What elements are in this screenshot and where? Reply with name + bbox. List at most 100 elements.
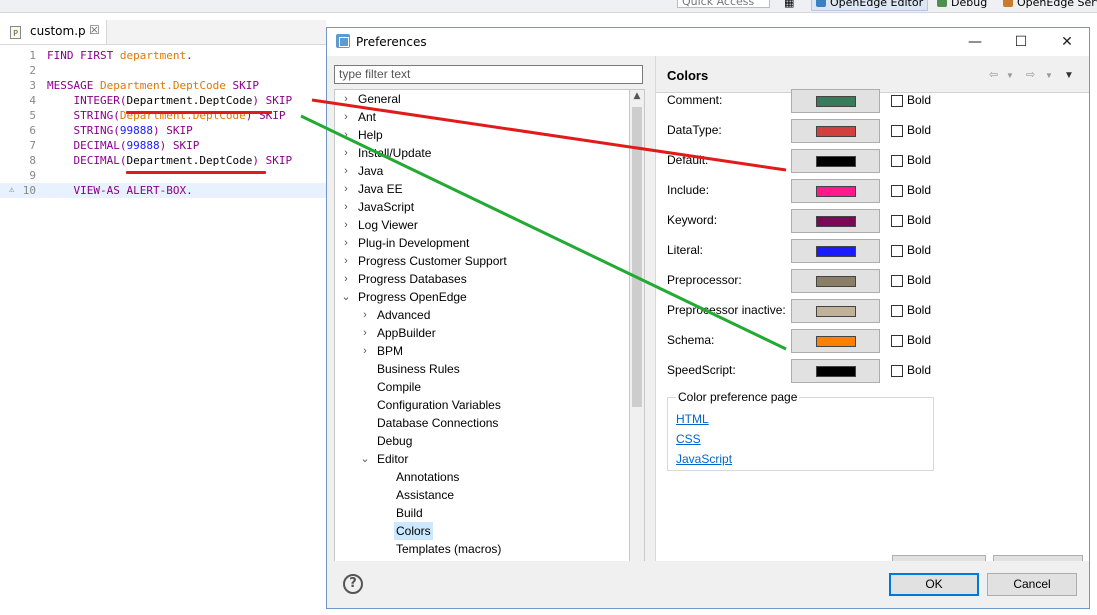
bold-checkbox[interactable]: [891, 335, 903, 347]
tree-item[interactable]: › Progress Databases: [335, 270, 630, 288]
back-dropdown-icon[interactable]: ▼: [1006, 71, 1014, 80]
bold-checkbox[interactable]: [891, 305, 903, 317]
bold-label: Bold: [907, 303, 932, 317]
help-icon[interactable]: ?: [343, 574, 363, 594]
link-css[interactable]: CSS: [676, 432, 701, 446]
tree-item[interactable]: Debug: [335, 432, 630, 450]
color-picker-button[interactable]: [791, 359, 880, 383]
color-picker-button[interactable]: [791, 149, 880, 173]
tree-item[interactable]: ⌄ Progress OpenEdge: [335, 288, 630, 306]
perspective-openedge-server[interactable]: OpenEdge Serv: [1003, 0, 1097, 10]
tree-item[interactable]: › Help: [335, 126, 630, 144]
chevron-down-icon[interactable]: ⌄: [340, 288, 352, 306]
filter-input[interactable]: type filter text: [334, 65, 643, 84]
code-line[interactable]: 8 DECIMAL(Department.DeptCode) SKIP: [0, 153, 326, 168]
tree-item[interactable]: Database Connections: [335, 414, 630, 432]
code-line[interactable]: 4 INTEGER(Department.DeptCode) SKIP: [0, 93, 326, 108]
chevron-right-icon[interactable]: ›: [340, 252, 352, 270]
tree-item[interactable]: › Progress Customer Support: [335, 252, 630, 270]
bold-checkbox[interactable]: [891, 125, 903, 137]
perspective-openedge-editor[interactable]: OpenEdge Editor: [811, 0, 929, 11]
tree-item[interactable]: › Plug-in Development: [335, 234, 630, 252]
link-javascript[interactable]: JavaScript: [676, 452, 732, 466]
tree-item[interactable]: Annotations: [335, 468, 630, 486]
chevron-right-icon[interactable]: ›: [340, 108, 352, 126]
quick-access-field[interactable]: Quick Access: [677, 0, 770, 8]
forward-arrow-icon[interactable]: ⇨: [1026, 68, 1035, 81]
bold-label: Bold: [907, 153, 932, 167]
chevron-down-icon[interactable]: ⌄: [359, 450, 371, 468]
chevron-right-icon[interactable]: ›: [340, 162, 352, 180]
tree-item[interactable]: Assistance: [335, 486, 630, 504]
tree-item[interactable]: Templates (macros): [335, 540, 630, 558]
tree-item[interactable]: Build: [335, 504, 630, 522]
color-picker-button[interactable]: [791, 119, 880, 143]
link-html[interactable]: HTML: [676, 412, 709, 426]
chevron-right-icon[interactable]: ›: [359, 342, 371, 360]
bold-checkbox[interactable]: [891, 245, 903, 257]
color-picker-button[interactable]: [791, 299, 880, 323]
code-editor[interactable]: 1 FIND FIRST department. 2 3 MESSAGE Departm…: [0, 46, 326, 615]
tree-item[interactable]: Colors: [335, 522, 630, 540]
bold-checkbox[interactable]: [891, 95, 903, 107]
chevron-right-icon[interactable]: ›: [340, 270, 352, 288]
chevron-right-icon[interactable]: ›: [340, 198, 352, 216]
maximize-button[interactable]: ☐: [998, 28, 1044, 56]
code-line[interactable]: ⚠ 10 VIEW-AS ALERT-BOX.: [0, 183, 326, 198]
line-number: 4: [29, 94, 36, 107]
bold-checkbox[interactable]: [891, 155, 903, 167]
chevron-right-icon[interactable]: ›: [359, 324, 371, 342]
tree-item[interactable]: › AppBuilder: [335, 324, 630, 342]
color-picker-button[interactable]: [791, 329, 880, 353]
chevron-right-icon[interactable]: ›: [340, 216, 352, 234]
chevron-right-icon[interactable]: ›: [340, 90, 352, 108]
tree-item[interactable]: Compile: [335, 378, 630, 396]
tree-item[interactable]: › Java: [335, 162, 630, 180]
scrollbar-thumb[interactable]: [632, 107, 642, 407]
code-line[interactable]: 3 MESSAGE Department.DeptCode SKIP: [0, 78, 326, 93]
view-menu-icon[interactable]: ▼: [1064, 70, 1074, 81]
chevron-right-icon[interactable]: ›: [359, 306, 371, 324]
tree-item[interactable]: Configuration Variables: [335, 396, 630, 414]
chevron-right-icon[interactable]: ›: [340, 144, 352, 162]
tree-item[interactable]: › Advanced: [335, 306, 630, 324]
bold-checkbox[interactable]: [891, 365, 903, 377]
tree-item[interactable]: › General: [335, 90, 630, 108]
editor-tab-custom-p[interactable]: P custom.p ☒: [0, 20, 107, 44]
bold-checkbox[interactable]: [891, 215, 903, 227]
tree-item[interactable]: › BPM: [335, 342, 630, 360]
tree-item[interactable]: Business Rules: [335, 360, 630, 378]
bold-checkbox[interactable]: [891, 275, 903, 287]
code-line[interactable]: 1 FIND FIRST department.: [0, 48, 326, 63]
tree-item[interactable]: ⌄ Editor: [335, 450, 630, 468]
color-picker-button[interactable]: [791, 89, 880, 113]
code-line[interactable]: 7 DECIMAL(99888) SKIP: [0, 138, 326, 153]
cancel-button[interactable]: Cancel: [987, 573, 1077, 596]
chevron-right-icon[interactable]: ›: [340, 180, 352, 198]
openedge-icon: [816, 0, 826, 7]
chevron-right-icon[interactable]: ›: [340, 126, 352, 144]
code-line[interactable]: 6 STRING(99888) SKIP: [0, 123, 326, 138]
color-picker-button[interactable]: [791, 179, 880, 203]
tree-item[interactable]: › Install/Update: [335, 144, 630, 162]
tree-item[interactable]: › Ant: [335, 108, 630, 126]
ok-button[interactable]: OK: [889, 573, 979, 596]
color-picker-button[interactable]: [791, 239, 880, 263]
tree-item[interactable]: › JavaScript: [335, 198, 630, 216]
tree-item[interactable]: › Log Viewer: [335, 216, 630, 234]
close-icon[interactable]: ☒: [89, 23, 100, 37]
chevron-right-icon[interactable]: ›: [340, 234, 352, 252]
minimize-button[interactable]: —: [952, 28, 998, 56]
open-perspective-icon[interactable]: ▦: [784, 0, 794, 10]
code-line[interactable]: 2: [0, 63, 326, 78]
tree-scrollbar[interactable]: ▲ ▼: [629, 89, 645, 584]
perspective-debug[interactable]: Debug: [937, 0, 987, 10]
color-picker-button[interactable]: [791, 209, 880, 233]
scroll-up-icon[interactable]: ▲: [630, 91, 644, 101]
color-picker-button[interactable]: [791, 269, 880, 293]
bold-checkbox[interactable]: [891, 185, 903, 197]
tree-item[interactable]: › Java EE: [335, 180, 630, 198]
back-arrow-icon[interactable]: ⇦: [989, 68, 998, 81]
close-button[interactable]: ✕: [1044, 28, 1090, 56]
forward-dropdown-icon[interactable]: ▼: [1045, 71, 1053, 80]
